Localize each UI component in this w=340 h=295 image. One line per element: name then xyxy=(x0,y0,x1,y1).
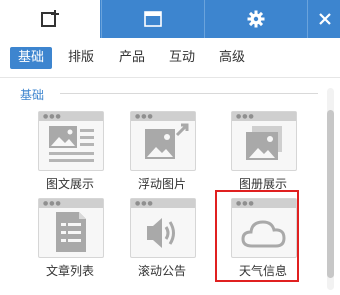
section-divider xyxy=(60,93,318,94)
category-tabs: 基础 排版 产品 互动 高级 xyxy=(0,38,340,78)
module-label: 文章列表 xyxy=(45,264,94,278)
tab-window[interactable] xyxy=(101,0,204,38)
section-title: 基础 xyxy=(20,88,45,102)
tab-add-module[interactable] xyxy=(0,0,100,38)
category-tab-product[interactable]: 产品 xyxy=(115,47,149,69)
image-text-icon: ●●● xyxy=(38,111,104,171)
speaker-icon: ●●● xyxy=(130,198,196,258)
module-item-floating-image[interactable]: ●●● 浮动图片 xyxy=(122,111,212,197)
top-toolbar xyxy=(0,0,340,38)
close-icon xyxy=(318,13,331,25)
add-box-icon xyxy=(40,9,60,29)
gear-icon xyxy=(247,10,265,28)
floating-image-icon: ●●● xyxy=(130,111,196,171)
tab-settings[interactable] xyxy=(204,0,307,38)
module-label: 滚动公告 xyxy=(137,264,186,278)
article-list-icon: ●●● xyxy=(38,198,104,258)
module-item-article-list[interactable]: ●●● 文章列表 xyxy=(30,198,120,284)
selection-highlight xyxy=(215,190,299,282)
module-item-album[interactable]: ●●● 图册展示 xyxy=(223,111,313,197)
category-divider xyxy=(0,77,340,78)
category-tab-advanced[interactable]: 高级 xyxy=(215,47,249,69)
module-label: 图文展示 xyxy=(45,177,94,191)
album-icon: ●●● xyxy=(231,111,297,171)
category-tab-interaction[interactable]: 互动 xyxy=(165,47,199,69)
window-icon xyxy=(144,11,162,27)
close-button[interactable] xyxy=(307,0,340,38)
module-item-image-text[interactable]: ●●● 图文展示 xyxy=(30,111,120,197)
module-item-scrolling-notice[interactable]: ●●● 滚动公告 xyxy=(122,198,212,284)
category-tab-layout[interactable]: 排版 xyxy=(64,47,98,69)
scrollbar-thumb[interactable] xyxy=(327,110,334,278)
module-label: 浮动图片 xyxy=(137,177,186,191)
category-tab-basic[interactable]: 基础 xyxy=(10,47,52,69)
